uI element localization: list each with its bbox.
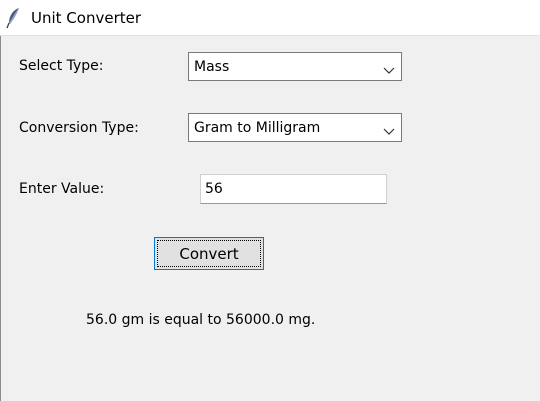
chevron-down-icon[interactable] [383, 61, 395, 74]
select-type-value: Mass [194, 59, 230, 75]
select-type-dropdown[interactable]: Mass [188, 52, 402, 81]
convert-button-label: Convert [157, 240, 261, 267]
chevron-down-icon[interactable] [383, 122, 395, 135]
enter-value-label: Enter Value: [19, 181, 105, 197]
result-text: 56.0 gm is equal to 56000.0 mg. [86, 312, 316, 328]
conversion-type-value: Gram to Milligram [194, 120, 321, 136]
value-input[interactable] [200, 174, 387, 204]
select-type-label: Select Type: [19, 58, 104, 74]
title-bar[interactable]: Unit Converter [0, 0, 540, 36]
window-title: Unit Converter [31, 9, 142, 27]
conversion-type-label: Conversion Type: [19, 120, 139, 136]
feather-icon [6, 7, 22, 29]
conversion-type-dropdown[interactable]: Gram to Milligram [188, 113, 402, 142]
converter-form: Select Type: Mass Conversion Type: Gram … [0, 36, 540, 401]
convert-button[interactable]: Convert [154, 237, 264, 270]
app-window: Unit Converter Select Type: Mass Convers… [0, 0, 540, 401]
